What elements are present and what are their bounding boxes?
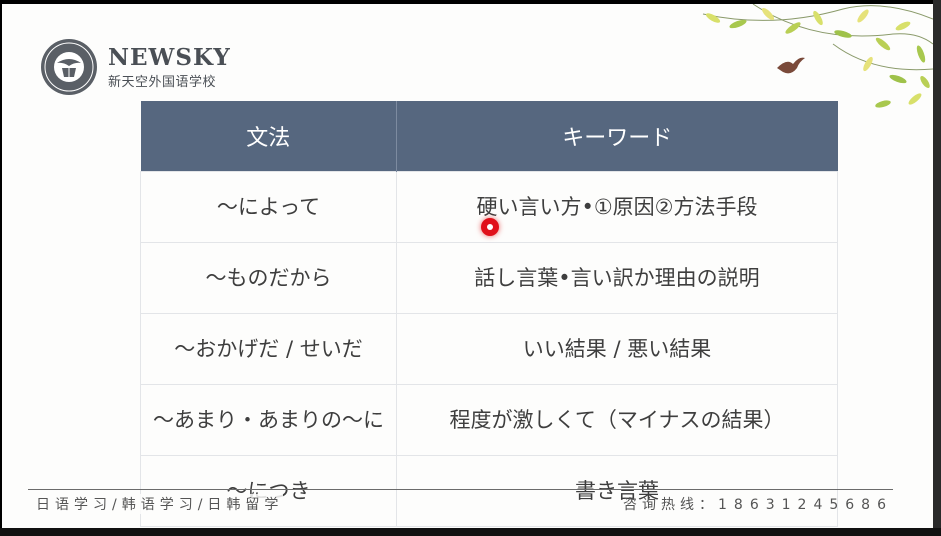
footer-hotline: 咨询热线：18631245686 (623, 494, 893, 514)
grammar-cell: ～によって (140, 171, 397, 243)
grammar-cell: ～ものだから (140, 242, 397, 314)
keyword-cell: 書き言葉 (396, 455, 838, 527)
table-row: ～あまり・あまりの～に 程度が激しくて（マイナスの結果） (140, 384, 838, 456)
school-logo-emblem (41, 39, 97, 95)
window-edge-bottom (0, 528, 941, 536)
grammar-table: 文法 キーワード ～によって 硬い言い方•①原因②方法手段 ～ものだから 話し言… (140, 101, 838, 527)
hotline-label: 咨询热线： (623, 497, 719, 513)
keyword-cell: いい結果 / 悪い結果 (396, 313, 838, 385)
window-edge-right (933, 0, 941, 536)
table-row: ～につき 書き言葉 (140, 455, 838, 527)
footer-divider (28, 489, 893, 490)
table-row: ～ものだから 話し言葉•言い訳か理由の説明 (140, 242, 838, 314)
grammar-cell: ～おかげだ / せいだ (140, 313, 397, 385)
keyword-cell: 程度が激しくて（マイナスの結果） (396, 384, 838, 456)
grammar-cell: ～につき (140, 455, 397, 527)
keyword-cell: 話し言葉•言い訳か理由の説明 (396, 242, 838, 314)
table-header-row: 文法 キーワード (140, 101, 838, 172)
pointer-cursor-icon (481, 218, 499, 236)
table-row: ～おかげだ / せいだ いい結果 / 悪い結果 (140, 313, 838, 385)
keyword-cell: 硬い言い方•①原因②方法手段 (396, 171, 838, 243)
grammar-cell: ～あまり・あまりの～に (140, 384, 397, 456)
column-header-grammar: 文法 (140, 101, 397, 172)
bird-icon (777, 57, 805, 74)
hotline-number: 18631245686 (718, 497, 893, 513)
brand-subtitle: 新天空外国语学校 (108, 75, 217, 90)
column-header-keyword: キーワード (396, 101, 838, 172)
footer-courses: 日语学习/韩语学习/日韩留学 (36, 494, 284, 514)
brand-name: NEWSKY (108, 44, 231, 71)
